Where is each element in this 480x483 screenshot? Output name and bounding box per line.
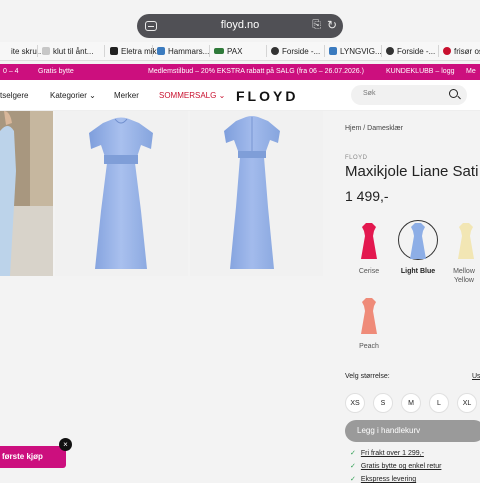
bookmark-item[interactable]: klut til ånt... [42,45,93,58]
first-purchase-popup[interactable]: første kjøp [0,446,66,468]
product-price: 1 499,- [345,188,389,204]
size-l[interactable]: L [429,393,449,413]
promo-member-offer[interactable]: Medlemstilbud – 20% EKSTRA rabatt på SAL… [148,64,364,80]
size-xs[interactable]: XS [345,393,365,413]
size-xl[interactable]: XL [457,393,477,413]
search-icon[interactable] [449,89,458,98]
size-s[interactable]: S [373,393,393,413]
floyd-logo[interactable]: FLOYD [236,88,298,104]
chevron-down-icon: ⌄ [216,91,226,100]
main-nav: tselgere Kategorier ⌄ Merker SOMMERSALG … [0,80,480,111]
product-photo-model[interactable] [0,111,53,276]
dress-thumbnail [410,223,426,259]
bookmark-item[interactable]: Hammars... [157,45,209,58]
popup-label: første kjøp [2,452,43,461]
chevron-down-icon: ⌄ [86,91,96,100]
dress-thumbnail [361,223,377,259]
perk-free-shipping[interactable]: ✓ Fri frakt over 1 299,- [350,449,424,457]
bookmark-favicon-icon [42,47,50,55]
search-placeholder: Søk [363,90,376,97]
promo-bar: 0 – 4 Gratis bytte Medlemstilbud – 20% E… [0,64,480,80]
bookmark-item[interactable]: Forside -... [386,45,435,58]
product-title: Maxikjole Liane Sati [345,163,479,180]
close-icon[interactable]: × [59,438,72,451]
nav-merker[interactable]: Merker [114,91,139,100]
model-photo-image [0,111,53,276]
bookmark-item[interactable]: PAX [214,45,242,58]
bookmark-favicon-icon [110,47,118,55]
promo-left-text: 0 – 4 [3,68,19,75]
size-m[interactable]: M [401,393,421,413]
product-photo-front[interactable] [55,111,188,276]
add-to-cart-label: Legg i handlekurv [357,426,421,435]
size-header: Velg størrelse: [345,373,390,380]
promo-gratis-bytte[interactable]: Gratis bytte [38,64,74,80]
address-bar[interactable]: floyd.no ⎘ ↻ [137,14,343,38]
nav-bestselgere[interactable]: tselgere [0,91,28,100]
dress-front-image [89,117,153,269]
dress-thumbnail [361,298,377,334]
translate-icon[interactable]: ⎘ [312,19,321,32]
check-icon: ✓ [350,450,356,457]
bookmark-favicon-icon [0,47,8,55]
breadcrumb[interactable]: Hjem / Damesklær [345,125,403,132]
bookmark-item[interactable]: frisør os [443,45,480,58]
bookmarks-bar: ite skru... klut til ånt... Eletra mik..… [0,42,480,61]
bookmark-favicon-icon [443,47,451,55]
promo-kundeklubb[interactable]: KUNDEKLUBB – logg [386,64,454,80]
dress-thumbnail [458,223,474,259]
perk-free-exchange[interactable]: ✓ Gratis bytte og enkel retur [350,462,441,470]
bookmark-favicon-icon [157,47,165,55]
color-label: Peach [359,343,379,350]
color-label: Light Blue [400,268,436,275]
bookmark-favicon-icon [214,48,224,54]
dress-back-image [224,116,280,269]
product-brand[interactable]: FLOYD [345,155,368,161]
bookmark-item[interactable]: LYNGVIG... [329,45,382,58]
bookmark-favicon-icon [271,47,279,55]
check-icon: ✓ [350,463,356,470]
product-photo-back[interactable] [190,111,323,276]
size-guide-link[interactable]: Us [472,373,480,380]
bookmark-favicon-icon [386,47,394,55]
promo-right-text[interactable]: Me [466,64,476,80]
perk-express-delivery[interactable]: ✓ Ekspress levering [350,475,416,483]
nav-kategorier[interactable]: Kategorier ⌄ [50,91,96,100]
reload-icon[interactable]: ↻ [327,18,337,32]
bookmark-item[interactable]: Eletra mik... [110,45,163,58]
bookmark-favicon-icon [329,47,337,55]
bookmark-item[interactable]: Forside -... [271,45,320,58]
nav-sommersalg[interactable]: SOMMERSALG ⌄ [159,91,225,100]
search-input[interactable]: Søk [351,85,467,105]
color-label: Mellow Yellow [453,268,475,284]
add-to-cart-button[interactable]: Legg i handlekurv [345,420,480,442]
